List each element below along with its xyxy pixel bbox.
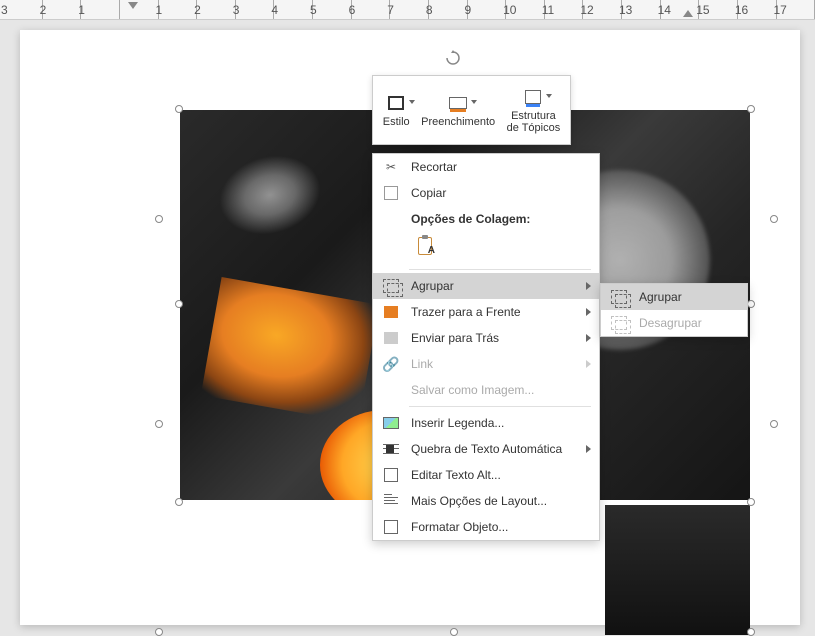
menu-copy[interactable]: Copiar bbox=[373, 180, 599, 206]
paste-options-row: A bbox=[373, 228, 599, 266]
menu-group[interactable]: Agrupar bbox=[373, 273, 599, 299]
selection-handle[interactable] bbox=[155, 215, 163, 223]
selection-handle[interactable] bbox=[747, 105, 755, 113]
menu-layout-options-label: Mais Opções de Layout... bbox=[411, 494, 591, 508]
menu-cut-label: Recortar bbox=[411, 160, 591, 174]
group-submenu: Agrupar Desagrupar bbox=[600, 283, 748, 337]
group-icon bbox=[609, 287, 629, 307]
indent-marker-right[interactable] bbox=[683, 10, 693, 17]
menu-send-back-label: Enviar para Trás bbox=[411, 331, 578, 345]
bring-front-icon bbox=[381, 302, 401, 322]
menu-layout-options[interactable]: Mais Opções de Layout... bbox=[373, 488, 599, 514]
menu-link: 🔗 Link bbox=[373, 351, 599, 377]
image-decor-butterfly-color bbox=[201, 277, 379, 423]
submenu-group-label: Agrupar bbox=[639, 290, 739, 304]
submenu-group[interactable]: Agrupar bbox=[601, 284, 747, 310]
scissors-icon: ✂ bbox=[381, 157, 401, 177]
menu-alt-text[interactable]: Editar Texto Alt... bbox=[373, 462, 599, 488]
send-back-icon bbox=[381, 328, 401, 348]
group-icon bbox=[381, 276, 401, 296]
menu-cut[interactable]: ✂ Recortar bbox=[373, 154, 599, 180]
selection-handle[interactable] bbox=[155, 420, 163, 428]
context-menu: ✂ Recortar Copiar Opções de Colagem: A A… bbox=[372, 153, 600, 541]
selection-handle[interactable] bbox=[770, 420, 778, 428]
menu-insert-caption-label: Inserir Legenda... bbox=[411, 416, 591, 430]
selection-handle[interactable] bbox=[770, 215, 778, 223]
submenu-arrow-icon bbox=[586, 445, 591, 453]
menu-alt-text-label: Editar Texto Alt... bbox=[411, 468, 591, 482]
menu-text-wrap[interactable]: Quebra de Texto Automática bbox=[373, 436, 599, 462]
fill-label: Preenchimento bbox=[421, 116, 495, 128]
menu-format-object-label: Formatar Objeto... bbox=[411, 520, 591, 534]
submenu-ungroup-label: Desagrupar bbox=[639, 316, 739, 330]
format-icon bbox=[381, 517, 401, 537]
selection-handle[interactable] bbox=[747, 300, 755, 308]
menu-text-wrap-label: Quebra de Texto Automática bbox=[411, 442, 578, 456]
menu-separator bbox=[409, 406, 591, 407]
menu-save-image-label: Salvar como Imagem... bbox=[411, 383, 591, 397]
link-icon: 🔗 bbox=[381, 354, 401, 374]
layout-icon bbox=[381, 491, 401, 511]
menu-insert-caption[interactable]: Inserir Legenda... bbox=[373, 410, 599, 436]
menu-bring-front[interactable]: Trazer para a Frente bbox=[373, 299, 599, 325]
selection-handle[interactable] bbox=[175, 105, 183, 113]
ruler-marks: 3 2 1 1 2 3 4 5 6 7 8 9 10 11 12 13 14 1… bbox=[4, 0, 815, 19]
outline-label: Estrutura de Tópicos bbox=[507, 110, 561, 134]
menu-copy-label: Copiar bbox=[411, 186, 591, 200]
menu-format-object[interactable]: Formatar Objeto... bbox=[373, 514, 599, 540]
submenu-arrow-icon bbox=[586, 334, 591, 342]
style-button[interactable]: Estilo bbox=[379, 88, 414, 132]
text-wrap-icon bbox=[381, 439, 401, 459]
selection-handle[interactable] bbox=[747, 498, 755, 506]
blank-icon bbox=[381, 380, 401, 400]
fill-button[interactable]: Preenchimento bbox=[417, 88, 499, 132]
menu-separator bbox=[409, 269, 591, 270]
rotate-handle-icon[interactable] bbox=[445, 50, 461, 66]
image-decor-butterfly-bw bbox=[200, 136, 339, 254]
menu-bring-front-label: Trazer para a Frente bbox=[411, 305, 578, 319]
selection-handle[interactable] bbox=[155, 628, 163, 636]
submenu-arrow-icon bbox=[586, 360, 591, 368]
picture-icon bbox=[381, 413, 401, 433]
clipboard-icon: A bbox=[418, 237, 432, 255]
selection-handle[interactable] bbox=[175, 498, 183, 506]
menu-group-label: Agrupar bbox=[411, 279, 578, 293]
copy-icon bbox=[381, 183, 401, 203]
menu-save-image: Salvar como Imagem... bbox=[373, 377, 599, 403]
submenu-arrow-icon bbox=[586, 282, 591, 290]
submenu-arrow-icon bbox=[586, 308, 591, 316]
paste-keep-text-button[interactable]: A bbox=[411, 232, 439, 260]
submenu-ungroup: Desagrupar bbox=[601, 310, 747, 336]
selection-handle[interactable] bbox=[747, 628, 755, 636]
paste-options-header: Opções de Colagem: bbox=[373, 206, 599, 228]
horizontal-ruler: 3 2 1 1 2 3 4 5 6 7 8 9 10 11 12 13 14 1… bbox=[0, 0, 815, 20]
outline-button[interactable]: Estrutura de Tópicos bbox=[503, 82, 565, 138]
mini-toolbar: Estilo Preenchimento Estrutura de Tópico… bbox=[372, 75, 571, 145]
alt-text-icon bbox=[381, 465, 401, 485]
style-label: Estilo bbox=[383, 116, 410, 128]
menu-link-label: Link bbox=[411, 357, 578, 371]
selection-handle[interactable] bbox=[450, 628, 458, 636]
menu-send-back[interactable]: Enviar para Trás bbox=[373, 325, 599, 351]
selection-handle[interactable] bbox=[175, 300, 183, 308]
indent-marker-left[interactable] bbox=[128, 2, 138, 9]
secondary-selected-image[interactable] bbox=[605, 505, 750, 635]
ungroup-icon bbox=[609, 313, 629, 333]
